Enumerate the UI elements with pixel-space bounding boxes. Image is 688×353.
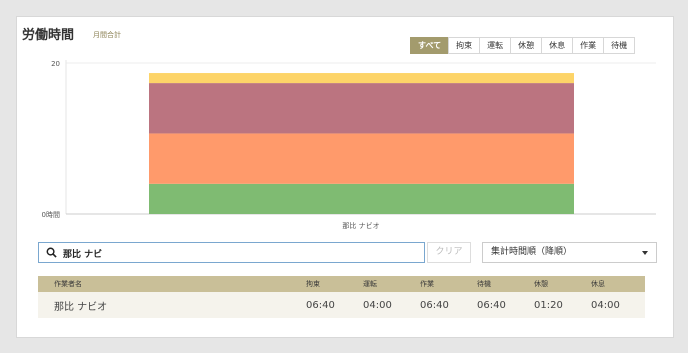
cell-work: 06:40 [420, 299, 449, 311]
header-driving: 運転 [363, 280, 377, 288]
cell-break: 01:20 [534, 299, 563, 311]
y-tick-label-max: 20 [51, 60, 60, 68]
sort-select-value: 集計時間順（降順） [491, 247, 573, 257]
header-worker-name: 作業者名 [54, 280, 82, 288]
cell-worker-name: 那比 ナビオ [54, 301, 108, 313]
header-break: 休憩 [534, 280, 548, 288]
header-work: 作業 [420, 280, 434, 288]
header-restraint: 拘束 [306, 280, 320, 288]
search-icon [46, 247, 57, 258]
bar-segment-0 [149, 183, 574, 214]
y-tick-label-zero: 0時間 [42, 211, 60, 219]
cell-driving: 04:00 [363, 299, 392, 311]
search-input[interactable] [61, 244, 420, 263]
cell-standby: 06:40 [477, 299, 506, 311]
x-tick-label: 那比 ナビオ [342, 221, 379, 230]
summary-table: 作業者名 拘束 運転 作業 待機 休憩 休息 那比 ナビオ 06:40 04:0… [38, 276, 645, 318]
cell-restraint: 06:40 [306, 299, 335, 311]
bar-segment-3 [149, 73, 574, 84]
bar-segment-2 [149, 83, 574, 134]
search-box[interactable] [38, 242, 425, 263]
cell-rest: 04:00 [591, 299, 620, 311]
sort-select[interactable]: 集計時間順（降順） [482, 242, 657, 263]
clear-button[interactable]: クリア [427, 242, 471, 263]
table-row[interactable]: 那比 ナビオ 06:40 04:00 06:40 06:40 01:20 04:… [38, 292, 645, 318]
header-standby: 待機 [477, 280, 491, 288]
header-rest: 休息 [591, 280, 605, 288]
stacked-bar-chart: 20 0時間 那比 ナビオ [42, 60, 656, 230]
bar-segment-1 [149, 133, 574, 184]
table-header-row: 作業者名 拘束 運転 作業 待機 休憩 休息 [38, 276, 645, 292]
chevron-down-icon [642, 251, 648, 255]
